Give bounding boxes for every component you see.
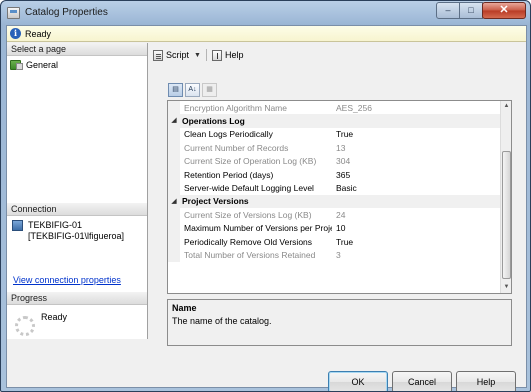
connection-header: Connection — [7, 203, 147, 216]
toolbar: Script ▼ Help — [150, 47, 246, 63]
description-text: The name of the catalog. — [172, 316, 272, 326]
alphabetical-button[interactable]: A↓ — [185, 83, 200, 97]
connection-user: [TEKBIFIG-01\lfigueroa] — [28, 231, 125, 241]
maximize-button[interactable]: □ — [459, 2, 483, 19]
select-page-header: Select a page — [7, 43, 147, 56]
category-name: Operations Log — [182, 116, 245, 127]
progress-status: Ready — [41, 312, 68, 322]
property-row[interactable]: Encryption Algorithm Name AES_256 — [168, 101, 501, 115]
row-gutter — [168, 167, 180, 182]
property-page-icon — [10, 60, 23, 70]
property-value[interactable]: 10 — [332, 223, 501, 233]
catalog-properties-window: Catalog Properties – □ ✕ i Ready Select … — [0, 0, 531, 392]
property-value: 24 — [336, 209, 346, 220]
property-name: Server-wide Default Logging Level — [184, 183, 314, 194]
property-value: 3 — [336, 249, 341, 260]
window-icon — [7, 7, 20, 19]
chevron-down-icon[interactable]: ▼ — [194, 52, 201, 59]
left-pane: Select a page General Connection TEKBIFI… — [7, 43, 148, 339]
property-category-row[interactable]: ◢ Operations Log — [168, 114, 501, 128]
property-value: 304 — [336, 156, 351, 167]
property-value[interactable]: 365 — [332, 170, 501, 180]
property-pages-button[interactable]: ▦ — [202, 83, 217, 97]
progress-spinner-icon — [15, 316, 35, 336]
property-name: Current Size of Operation Log (KB) — [184, 156, 317, 167]
collapse-icon[interactable]: ◢ — [168, 194, 180, 209]
property-value[interactable]: Basic — [332, 183, 501, 193]
property-value[interactable]: True — [332, 129, 501, 139]
help-toolbar-button[interactable]: Help — [209, 48, 247, 62]
property-value: 13 — [336, 142, 346, 153]
row-gutter — [168, 208, 180, 222]
status-bar: i Ready — [7, 26, 526, 42]
property-row[interactable]: Current Size of Operation Log (KB) 304 — [168, 154, 501, 168]
help-icon — [211, 49, 222, 61]
title-bar[interactable]: Catalog Properties – □ ✕ — [1, 1, 530, 25]
description-title: Name — [172, 303, 197, 313]
close-button[interactable]: ✕ — [482, 2, 526, 19]
property-row[interactable]: Clean Logs Periodically True — [168, 127, 501, 142]
property-row[interactable]: Maximum Number of Versions per Proje 10 — [168, 221, 501, 235]
row-gutter — [168, 221, 180, 235]
row-gutter — [168, 234, 180, 249]
categorized-button[interactable]: ▤ — [168, 83, 183, 97]
property-row[interactable]: Current Size of Versions Log (KB) 24 — [168, 208, 501, 222]
view-connection-properties-link[interactable]: View connection properties — [13, 275, 121, 285]
row-gutter — [168, 154, 180, 168]
page-item-label: General — [26, 60, 59, 70]
row-gutter — [168, 248, 180, 262]
row-gutter — [168, 141, 180, 155]
help-toolbar-label: Help — [224, 50, 244, 60]
property-name: Clean Logs Periodically — [184, 129, 273, 140]
scrollbar-thumb[interactable] — [502, 151, 511, 279]
property-name: Retention Period (days) — [184, 169, 274, 180]
property-value[interactable]: True — [332, 237, 501, 247]
property-grid: Encryption Algorithm Name AES_256 ◢ Operati… — [167, 100, 512, 294]
property-row[interactable]: Server-wide Default Logging Level Basic — [168, 181, 501, 195]
script-icon — [153, 49, 163, 61]
property-value: AES_256 — [336, 102, 372, 113]
scroll-up-icon[interactable]: ▲ — [501, 101, 511, 112]
vertical-scrollbar[interactable]: ▲ ▼ — [500, 101, 511, 293]
property-name: Periodically Remove Old Versions — [184, 236, 313, 247]
property-name: Maximum Number of Versions per Proje — [184, 223, 332, 234]
row-gutter — [168, 101, 180, 115]
property-grid-toolbar: ▤ A↓ ▦ — [168, 83, 217, 99]
property-name: Total Number of Versions Retained — [184, 249, 316, 260]
description-panel: Name The name of the catalog. — [167, 299, 512, 346]
property-name: Current Number of Records — [184, 142, 289, 153]
property-row[interactable]: Current Number of Records 13 — [168, 141, 501, 155]
property-row[interactable]: Periodically Remove Old Versions True — [168, 234, 501, 249]
property-grid-rows: Encryption Algorithm Name AES_256 ◢ Operati… — [168, 101, 501, 262]
property-row[interactable]: Retention Period (days) 365 — [168, 167, 501, 182]
dialog-client-area: i Ready Select a page General Connection… — [6, 25, 527, 391]
progress-header: Progress — [7, 292, 147, 305]
window-title: Catalog Properties — [25, 7, 108, 18]
info-icon: i — [10, 28, 21, 39]
scroll-down-icon[interactable]: ▼ — [501, 282, 511, 293]
minimize-button[interactable]: – — [436, 2, 460, 19]
script-button[interactable]: Script ▼ — [150, 48, 204, 62]
property-name: Encryption Algorithm Name — [184, 102, 287, 113]
row-gutter — [168, 127, 180, 142]
row-gutter — [168, 181, 180, 195]
connection-server: TEKBIFIG-01 — [28, 220, 83, 230]
help-button[interactable]: Help — [456, 371, 516, 391]
toolbar-separator — [205, 49, 207, 61]
cancel-button[interactable]: Cancel — [392, 371, 452, 391]
property-row[interactable]: Total Number of Versions Retained 3 — [168, 248, 501, 262]
page-item-general[interactable]: General — [10, 59, 58, 71]
property-name: Current Size of Versions Log (KB) — [184, 209, 312, 220]
server-icon — [12, 220, 23, 231]
collapse-icon[interactable]: ◢ — [168, 114, 180, 128]
property-category-row[interactable]: ◢ Project Versions — [168, 194, 501, 209]
category-name: Project Versions — [182, 196, 249, 207]
ok-button[interactable]: OK — [328, 371, 388, 391]
status-text: Ready — [25, 29, 52, 39]
script-label: Script — [166, 50, 190, 60]
